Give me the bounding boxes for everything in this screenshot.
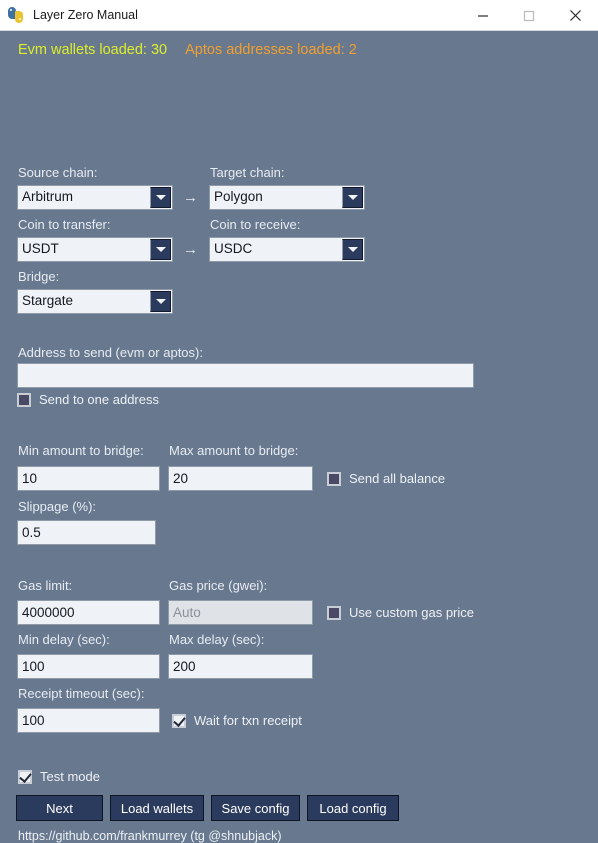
max-delay-label: Max delay (sec): — [169, 632, 265, 647]
save-config-button[interactable]: Save config — [211, 795, 300, 821]
gas-price-label: Gas price (gwei): — [169, 578, 268, 593]
load-status-bar: Evm wallets loaded: 30 Aptos addresses l… — [0, 31, 598, 69]
load-wallets-button[interactable]: Load wallets — [110, 795, 204, 821]
python-logo-icon — [7, 6, 25, 24]
gas-limit-input[interactable] — [17, 600, 160, 625]
github-footer-link[interactable]: https://github.com/frankmurrey (tg @shnu… — [18, 829, 282, 843]
wait-for-receipt-label: Wait for txn receipt — [194, 713, 302, 728]
target-chain-dropdown[interactable]: Polygon — [209, 185, 365, 210]
chevron-down-icon[interactable] — [150, 187, 171, 208]
bridge-label: Bridge: — [18, 269, 60, 284]
bridge-dropdown[interactable]: Stargate — [17, 289, 173, 314]
target-chain-value: Polygon — [214, 189, 263, 204]
use-custom-gas-price-checkbox-row[interactable]: Use custom gas price — [327, 605, 474, 620]
send-all-balance-checkbox[interactable] — [327, 471, 341, 486]
coin-to-receive-dropdown[interactable]: USDC — [209, 237, 365, 262]
chevron-down-icon[interactable] — [150, 239, 171, 260]
load-config-button[interactable]: Load config — [307, 795, 399, 821]
coin-to-receive-value: USDC — [214, 241, 253, 256]
test-mode-checkbox-row[interactable]: Test mode — [18, 769, 100, 784]
window-titlebar: Layer Zero Manual — [0, 0, 598, 31]
send-to-one-address-label: Send to one address — [39, 392, 159, 407]
gas-price-input[interactable] — [168, 600, 313, 625]
max-delay-input[interactable] — [168, 654, 313, 679]
use-custom-gas-price-label: Use custom gas price — [349, 605, 474, 620]
wait-for-receipt-checkbox-row[interactable]: Wait for txn receipt — [172, 713, 302, 728]
coin-direction-arrow-icon: → — [183, 241, 198, 258]
max-amount-input[interactable] — [168, 466, 313, 491]
window-title: Layer Zero Manual — [33, 8, 138, 22]
max-amount-label: Max amount to bridge: — [169, 443, 299, 458]
chevron-down-icon[interactable] — [342, 239, 363, 260]
chevron-down-icon[interactable] — [150, 291, 171, 312]
wait-for-receipt-checkbox[interactable] — [172, 713, 186, 728]
evm-wallets-loaded-text: Evm wallets loaded: 30 — [18, 42, 168, 58]
minimize-button[interactable] — [460, 0, 506, 31]
window-controls — [460, 0, 598, 31]
min-delay-input[interactable] — [17, 654, 160, 679]
test-mode-checkbox[interactable] — [18, 769, 32, 784]
test-mode-label: Test mode — [40, 769, 100, 784]
transfer-direction-arrow-icon: → — [183, 189, 198, 206]
aptos-addresses-loaded-text: Aptos addresses loaded: 2 — [185, 42, 357, 58]
send-all-balance-checkbox-row[interactable]: Send all balance — [327, 471, 445, 486]
source-chain-dropdown[interactable]: Arbitrum — [17, 185, 173, 210]
min-amount-input[interactable] — [17, 466, 160, 491]
coin-to-transfer-label: Coin to transfer: — [18, 217, 111, 232]
slippage-label: Slippage (%): — [18, 499, 97, 514]
min-amount-label: Min amount to bridge: — [18, 443, 144, 458]
gas-limit-label: Gas limit: — [18, 578, 73, 593]
receipt-timeout-input[interactable] — [17, 708, 160, 733]
coin-to-transfer-dropdown[interactable]: USDT — [17, 237, 173, 262]
source-chain-label: Source chain: — [18, 165, 98, 180]
close-button[interactable] — [552, 0, 598, 31]
maximize-button[interactable] — [506, 0, 552, 31]
send-to-one-address-checkbox[interactable] — [17, 392, 31, 407]
send-all-balance-label: Send all balance — [349, 471, 446, 486]
slippage-input[interactable] — [17, 520, 156, 545]
receipt-timeout-label: Receipt timeout (sec): — [18, 686, 145, 701]
address-to-send-input[interactable] — [17, 363, 474, 388]
bridge-value: Stargate — [22, 293, 74, 308]
coin-to-transfer-value: USDT — [22, 241, 59, 256]
use-custom-gas-price-checkbox[interactable] — [327, 605, 341, 620]
coin-to-receive-label: Coin to receive: — [210, 217, 301, 232]
chevron-down-icon[interactable] — [342, 187, 363, 208]
target-chain-label: Target chain: — [210, 165, 285, 180]
send-to-one-address-checkbox-row[interactable]: Send to one address — [17, 392, 159, 407]
next-button[interactable]: Next — [16, 795, 103, 821]
source-chain-value: Arbitrum — [22, 189, 74, 204]
min-delay-label: Min delay (sec): — [18, 632, 110, 647]
address-to-send-label: Address to send (evm or aptos): — [18, 345, 203, 360]
